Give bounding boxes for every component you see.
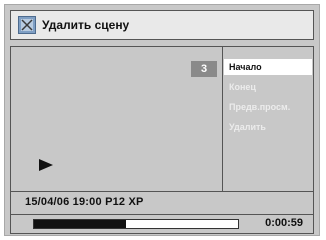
- recording-info: 15/04/06 19:00 P12 XP: [25, 196, 144, 208]
- video-preview: 3: [11, 47, 223, 191]
- scene-number-badge: 3: [191, 61, 217, 77]
- play-icon: [39, 159, 53, 171]
- progress-fill: [34, 220, 126, 228]
- scene-delete-icon: [18, 16, 36, 34]
- menu-item-end[interactable]: Конец: [224, 79, 312, 95]
- scene-menu: Начало Конец Предв.просм. Удалить: [224, 59, 312, 139]
- menu-item-start[interactable]: Начало: [224, 59, 312, 75]
- menu-item-preview[interactable]: Предв.просм.: [224, 99, 312, 115]
- main-panel: 3 Начало Конец Предв.просм. Удалить: [10, 46, 314, 192]
- recording-info-row: 15/04/06 19:00 P12 XP: [10, 192, 314, 214]
- progress-bar: [33, 219, 239, 229]
- progress-row: 0:00:59: [10, 214, 314, 234]
- menu-item-delete[interactable]: Удалить: [224, 119, 312, 135]
- dialog-title: Удалить сцену: [42, 18, 130, 32]
- dialog-title-bar: Удалить сцену: [10, 10, 314, 40]
- elapsed-time: 0:00:59: [265, 217, 303, 229]
